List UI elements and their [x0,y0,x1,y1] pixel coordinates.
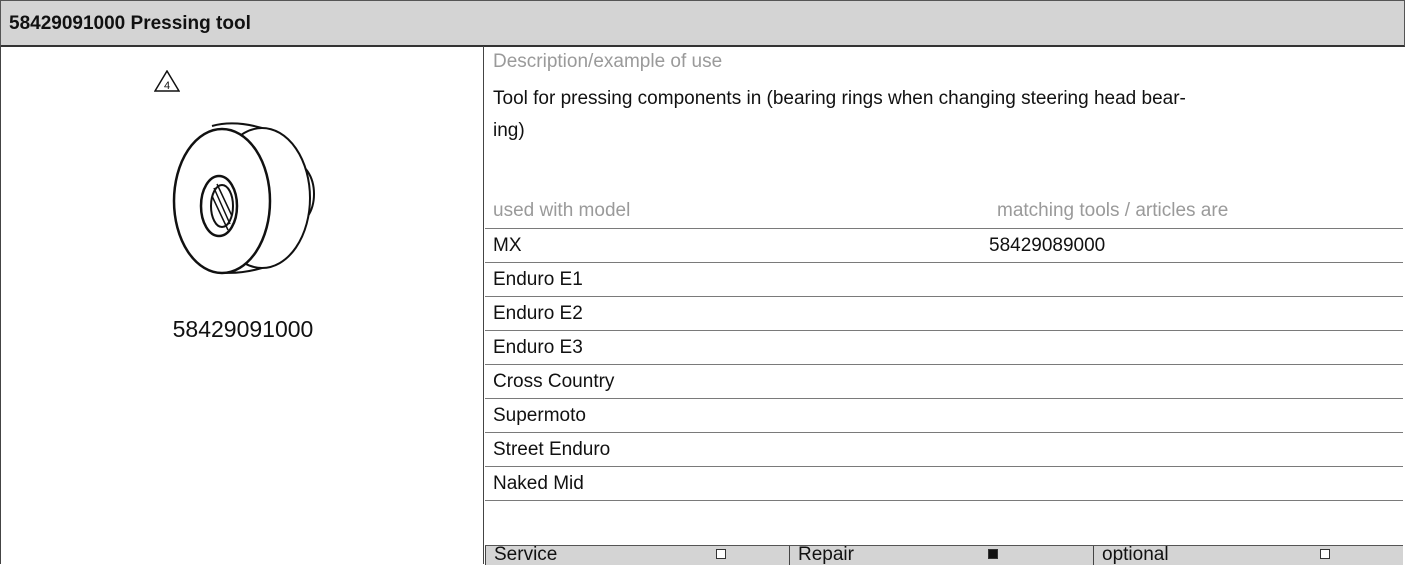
status-service: Service [485,544,790,565]
model-name: Naked Mid [493,473,584,494]
description-text-line1: Tool for pressing components in (bearing… [493,88,1186,109]
list-spacer [485,500,1403,546]
status-label: Repair [798,544,854,565]
warning-number: 4 [164,80,170,92]
details-panel: Description/example of use Tool for pres… [485,46,1405,565]
status-repair: Repair [789,544,1094,565]
description-label: Description/example of use [493,51,723,72]
model-name: Enduro E2 [493,303,583,324]
page-title: 58429091000 Pressing tool [9,13,251,34]
status-label: Service [494,544,558,565]
model-name: Enduro E1 [493,269,583,290]
model-name: Cross Country [493,371,615,392]
repair-checkbox [988,549,998,559]
title-bar: 58429091000 Pressing tool [0,0,1405,47]
tool-sheet: 58429091000 Pressing tool 4 58429091000 … [0,0,1405,565]
warning-triangle-icon: 4 [154,70,180,92]
model-name: Supermoto [493,405,586,426]
used-with-label: used with model [493,200,631,221]
status-row: Service Repair optional [485,544,1404,565]
list-item: Supermoto [485,398,1403,433]
part-number-label: 58429091000 [172,316,314,342]
matching-article: 58429089000 [989,235,1106,256]
list-item: Cross Country [485,364,1403,399]
list-item: Enduro E1 [485,262,1403,297]
model-name: Street Enduro [493,439,611,460]
status-optional: optional [1093,544,1404,565]
model-name: MX [493,235,522,256]
description-text-line2: ing) [493,120,525,141]
optional-checkbox [1320,549,1330,559]
list-item: Naked Mid [485,466,1403,501]
list-item: Enduro E3 [485,330,1403,365]
status-label: optional [1102,544,1169,565]
list-item: Enduro E2 [485,296,1403,331]
list-item: MX 58429089000 [485,228,1403,263]
model-name: Enduro E3 [493,337,583,358]
service-checkbox [716,549,726,559]
pressing-tool-image [172,122,315,275]
list-item: Street Enduro [485,432,1403,467]
image-panel: 4 58429091000 [0,46,484,564]
matching-label: matching tools / articles are [997,200,1229,221]
